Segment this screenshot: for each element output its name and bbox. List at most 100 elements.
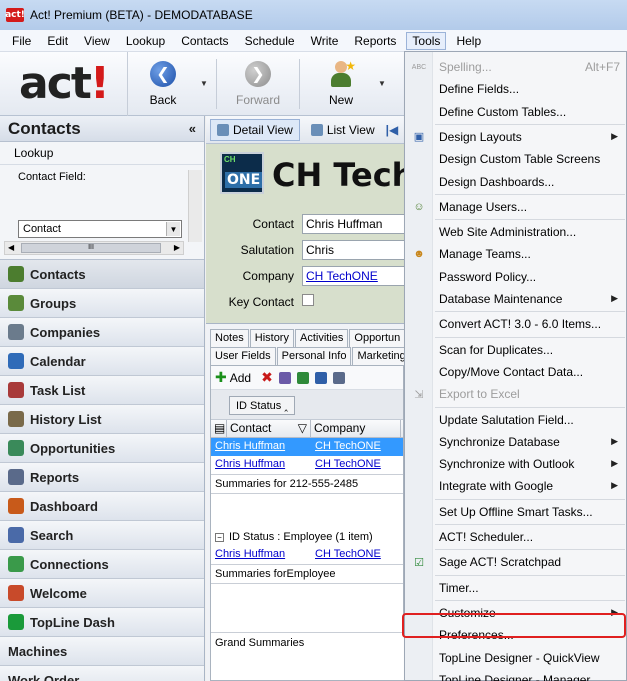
contact-input[interactable]: Chris Huffman [302, 214, 404, 234]
column-header-contact[interactable]: Contact ▽ [227, 420, 311, 437]
menu-view[interactable]: View [78, 32, 116, 50]
company-link[interactable]: CH TechONE [302, 266, 404, 286]
tab-detail-view[interactable]: Detail View [210, 118, 300, 141]
add-icon[interactable]: ✚ [215, 369, 227, 386]
menu-item-password-policy[interactable]: Password Policy... [433, 266, 626, 288]
column-header-company[interactable]: Company [311, 420, 401, 437]
contact-field-select[interactable]: Contact ▼ [18, 220, 182, 238]
tab-list-view[interactable]: List View [304, 119, 382, 141]
menu-item-synchronize-with-outlook[interactable]: Synchronize with Outlook ▶ [433, 453, 626, 475]
menu-item-topline-designer-manager[interactable]: TopLine Designer - Manager [433, 669, 626, 681]
subtab-opportun[interactable]: Opportun [349, 329, 406, 347]
menu-item-design-layouts[interactable]: Design Layouts ▶ [433, 126, 626, 148]
nav-item-dashboard[interactable]: Dashboard [0, 492, 204, 521]
nav-item-contacts[interactable]: Contacts [0, 260, 204, 289]
menu-item-integrate-with-google[interactable]: Integrate with Google ▶ [433, 475, 626, 497]
id-status-group-chip[interactable]: ID Status ‸ [229, 396, 296, 415]
forward-button[interactable]: ❯ Forward [223, 53, 293, 115]
nav-item-machines[interactable]: Machines [0, 637, 204, 666]
menu-separator [435, 311, 625, 313]
word-icon[interactable] [314, 371, 327, 384]
menu-item-define-custom-tables[interactable]: Define Custom Tables... [433, 101, 626, 123]
collapse-group-icon[interactable]: − [215, 532, 224, 542]
back-button[interactable]: ❮ Back [128, 53, 198, 115]
nav-item-opportunities[interactable]: Opportunities [0, 434, 204, 463]
menu-item-manage-teams[interactable]: Manage Teams... [433, 243, 626, 265]
nav-item-reports[interactable]: Reports [0, 463, 204, 492]
subtab-personal-info[interactable]: Personal Info [276, 347, 352, 365]
menu-lookup[interactable]: Lookup [120, 32, 171, 50]
menu-item-design-dashboards[interactable]: Design Dashboards... [433, 171, 626, 193]
table-row[interactable]: Chris Huffman CH TechONE [211, 456, 403, 474]
menu-item-define-fields[interactable]: Define Fields... [433, 78, 626, 100]
menu-item-scan-for-duplicates[interactable]: Scan for Duplicates... [433, 339, 626, 361]
scroll-left-icon[interactable]: ◀ [8, 243, 14, 252]
nav-item-topline-dash[interactable]: TopLine Dash [0, 608, 204, 637]
menu-contacts[interactable]: Contacts [175, 32, 234, 50]
new-contact-icon: ★ [328, 59, 356, 89]
nav-item-companies[interactable]: Companies [0, 318, 204, 347]
menu-help[interactable]: Help [450, 32, 487, 50]
new-button[interactable]: ★ New [306, 53, 376, 115]
company-link[interactable]: CH TechONE [311, 456, 391, 474]
new-dropdown-icon[interactable]: ▼ [376, 79, 388, 88]
menu-item-sage-act-scratchpad[interactable]: Sage ACT! Scratchpad [433, 551, 626, 573]
company-link[interactable]: CH TechONE [311, 438, 391, 456]
nav-item-task-list[interactable]: Task List [0, 376, 204, 405]
nav-item-welcome[interactable]: Welcome [0, 579, 204, 608]
menu-item-manage-users[interactable]: Manage Users... [433, 196, 626, 218]
menu-item-web-site-administration[interactable]: Web Site Administration... [433, 221, 626, 243]
menu-write[interactable]: Write [305, 32, 345, 50]
back-dropdown-icon[interactable]: ▼ [198, 79, 210, 88]
first-record-icon[interactable]: |◀ [386, 123, 399, 137]
contact-link[interactable]: Chris Huffman [211, 438, 311, 456]
table-row[interactable]: Chris Huffman CH TechONE [211, 438, 403, 456]
reports-icon [8, 469, 24, 485]
menu-item-topline-designer-quickview[interactable]: TopLine Designer - QuickView [433, 647, 626, 669]
scroll-right-icon[interactable]: ▶ [174, 243, 180, 252]
contact-link[interactable]: Chris Huffman [211, 456, 311, 474]
menu-item-convert-act-3-0-6-0-items[interactable]: Convert ACT! 3.0 - 6.0 Items... [433, 313, 626, 335]
salutation-input[interactable]: Chris [302, 240, 404, 260]
act-app-icon: act! [5, 8, 25, 22]
nav-item-groups[interactable]: Groups [0, 289, 204, 318]
nav-item-work-order[interactable]: Work Order [0, 666, 204, 681]
add-button[interactable]: Add [230, 371, 251, 385]
subtab-user-fields[interactable]: User Fields [210, 347, 276, 365]
key-contact-checkbox[interactable] [302, 294, 314, 306]
menu-item-design-custom-table-screens[interactable]: Design Custom Table Screens [433, 148, 626, 170]
subtab-notes[interactable]: Notes [210, 329, 249, 347]
table-row[interactable]: Chris Huffman CH TechONE [211, 546, 403, 564]
menu-item-timer[interactable]: Timer... [433, 577, 626, 599]
subtab-activities[interactable]: Activities [294, 329, 349, 347]
menu-file[interactable]: File [6, 32, 37, 50]
group-header-employee[interactable]: − ID Status : Employee (1 item) [211, 528, 403, 546]
connections-icon [8, 556, 24, 572]
lookup-vertical-scrollbar[interactable] [188, 170, 202, 242]
subtab-marketing[interactable]: Marketing [352, 347, 411, 365]
menu-tools[interactable]: Tools [406, 31, 447, 50]
subtab-history[interactable]: History [249, 329, 294, 347]
company-link[interactable]: CH TechONE [311, 546, 391, 564]
menu-item-copy-move-contact-data[interactable]: Copy/Move Contact Data... [433, 361, 626, 383]
lookup-horizontal-scrollbar[interactable]: ◀ III ▶ [4, 241, 184, 255]
menu-schedule[interactable]: Schedule [239, 32, 301, 50]
nav-item-calendar[interactable]: Calendar [0, 347, 204, 376]
print-icon[interactable] [332, 371, 345, 384]
menu-reports[interactable]: Reports [348, 32, 402, 50]
delete-icon[interactable]: ✖ [261, 369, 273, 386]
menu-edit[interactable]: Edit [41, 32, 74, 50]
menu-item-database-maintenance[interactable]: Database Maintenance ▶ [433, 288, 626, 310]
scroll-thumb[interactable]: III [21, 243, 161, 253]
menu-item-set-up-offline-smart-tasks[interactable]: Set Up Offline Smart Tasks... [433, 501, 626, 523]
columns-icon[interactable] [278, 371, 291, 384]
nav-item-search[interactable]: Search [0, 521, 204, 550]
menu-item-update-salutation-field[interactable]: Update Salutation Field... [433, 409, 626, 431]
nav-item-history-list[interactable]: History List [0, 405, 204, 434]
nav-item-connections[interactable]: Connections [0, 550, 204, 579]
menu-item-act-scheduler[interactable]: ACT! Scheduler... [433, 526, 626, 548]
collapse-pane-icon[interactable]: « [189, 121, 196, 136]
menu-item-synchronize-database[interactable]: Synchronize Database ▶ [433, 431, 626, 453]
excel-icon[interactable] [296, 371, 309, 384]
contact-link[interactable]: Chris Huffman [211, 546, 311, 564]
